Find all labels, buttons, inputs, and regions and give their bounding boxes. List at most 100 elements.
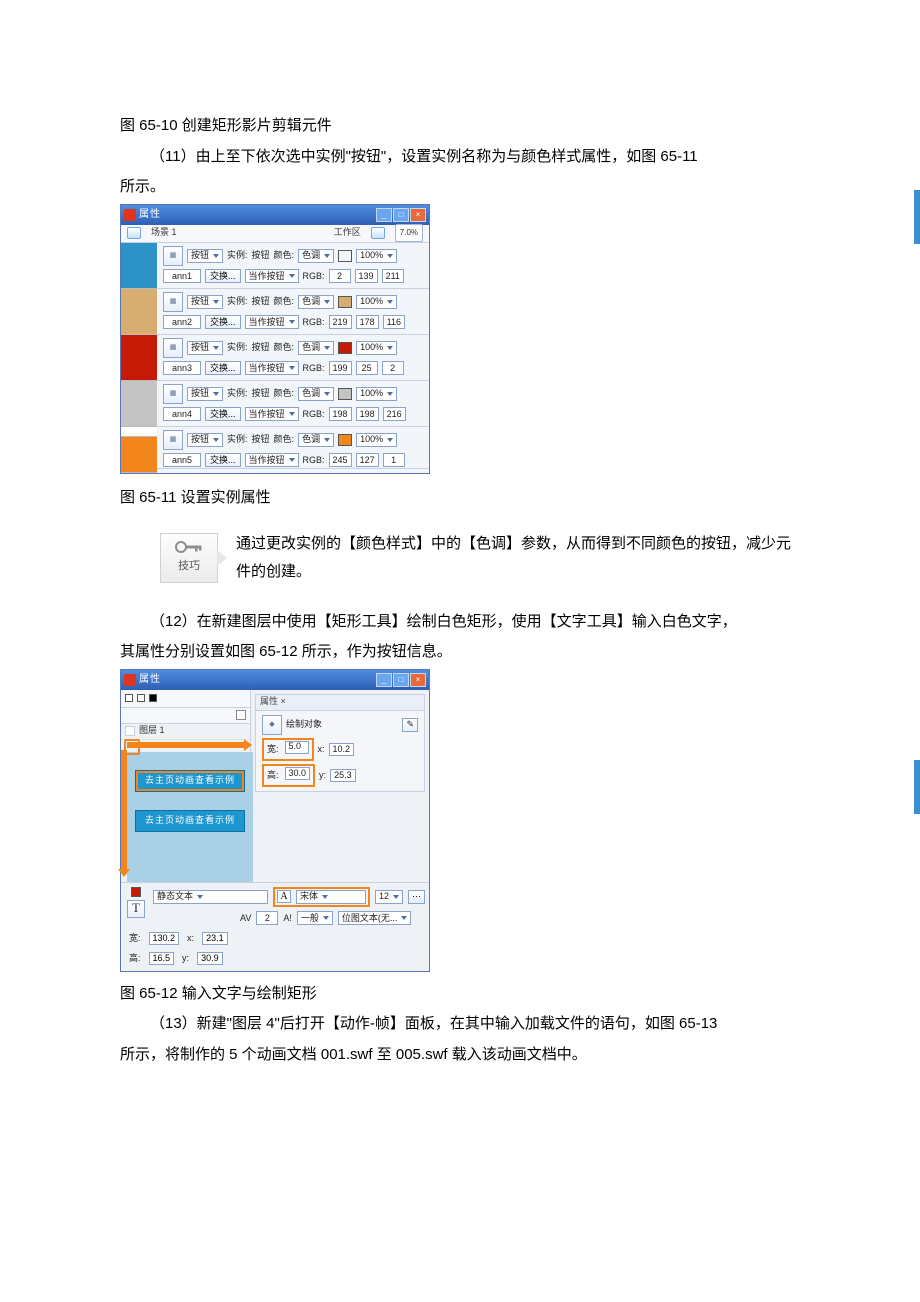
kerning-select[interactable]: 一般 [297, 911, 333, 925]
text-properties-panel: T 静态文本 A 宋体 12 ⋯ AV 2 [121, 882, 429, 971]
swap-button[interactable]: 交换... [205, 269, 241, 283]
scene-label[interactable]: 场景 1 [151, 224, 177, 241]
x-input[interactable]: 10.2 [329, 743, 355, 756]
tint-percent-select[interactable]: 100% [356, 249, 397, 263]
tint-percent-select[interactable]: 100% [356, 341, 397, 355]
y-input[interactable]: 30.9 [197, 952, 223, 965]
y-label: y: [319, 767, 326, 784]
tint-chip[interactable] [338, 388, 352, 400]
figure-65-11-window: 属性 _ □ × 场景 1 工作区 7.0% [120, 204, 430, 474]
instance-name-input[interactable]: ann5 [163, 453, 201, 467]
r-input[interactable]: 198 [329, 407, 352, 421]
frame-icon [236, 710, 246, 720]
anti-alias-select[interactable]: 位图文本(无... [338, 911, 412, 925]
outline-icon[interactable] [149, 694, 157, 702]
close-button[interactable]: × [410, 673, 426, 687]
layer-row[interactable]: 图层 1 [121, 724, 250, 740]
symbol-type-select[interactable]: 按钮 [187, 295, 223, 309]
width-label: 宽: [267, 741, 279, 758]
close-button[interactable]: × [410, 208, 426, 222]
lock-icon[interactable] [137, 694, 145, 702]
g-input[interactable]: 139 [355, 269, 378, 283]
tip-text: 通过更改实例的【颜色样式】中的【色调】参数，从而得到不同颜色的按钮，减少元件的创… [236, 530, 800, 586]
g-input[interactable]: 25 [356, 361, 378, 375]
swap-button[interactable]: 交换... [205, 453, 241, 467]
color-mode-select[interactable]: 色调 [298, 295, 334, 309]
minimize-button[interactable]: _ [376, 673, 392, 687]
x-input[interactable]: 23.1 [202, 932, 228, 945]
color-mode-select[interactable]: 色调 [298, 341, 334, 355]
track-as-select[interactable]: 当作按钮 [245, 269, 299, 283]
instance-name-input[interactable]: ann1 [163, 269, 201, 283]
minimize-button[interactable]: _ [376, 208, 392, 222]
symbol-thumb-icon: ▦ [163, 292, 183, 312]
window-titlebar: 属性 _ □ × [121, 205, 429, 225]
r-input[interactable]: 2 [329, 269, 351, 283]
page-edge-mark [914, 760, 920, 814]
symbol-type-select[interactable]: 按钮 [187, 433, 223, 447]
edit-icon[interactable]: ✎ [402, 718, 418, 732]
instance-row: ▦ 按钮 实例: 按钮 颜色: 色调 100% ann1 交换... 当作按钮 … [157, 243, 429, 289]
instance-name-input[interactable]: ann4 [163, 407, 201, 421]
workarea-icon[interactable] [371, 227, 385, 239]
text-options-icon[interactable]: ⋯ [408, 890, 425, 904]
symbol-type-select[interactable]: 按钮 [187, 341, 223, 355]
color-mode-select[interactable]: 色调 [298, 433, 334, 447]
track-as-select[interactable]: 当作按钮 [245, 407, 299, 421]
tint-chip[interactable] [338, 342, 352, 354]
g-input[interactable]: 198 [356, 407, 379, 421]
track-as-select[interactable]: 当作按钮 [245, 315, 299, 329]
zoom-select[interactable]: 7.0% [395, 224, 423, 241]
color-mode-select[interactable]: 色调 [298, 387, 334, 401]
tint-percent-select[interactable]: 100% [356, 295, 397, 309]
panel-tab[interactable]: 属性 × [256, 695, 424, 711]
width-input[interactable]: 5.0 [285, 741, 309, 754]
tint-percent-select[interactable]: 100% [356, 387, 397, 401]
swap-button[interactable]: 交换... [205, 315, 241, 329]
b-input[interactable]: 1 [383, 453, 405, 467]
r-input[interactable]: 199 [329, 361, 352, 375]
swatch-red-icon [131, 887, 141, 897]
font-size-select[interactable]: 12 [375, 890, 403, 904]
b-input[interactable]: 211 [382, 269, 404, 283]
tint-chip[interactable] [338, 434, 352, 446]
height-input[interactable]: 30.0 [285, 767, 311, 780]
maximize-button[interactable]: □ [393, 208, 409, 222]
eye-icon[interactable] [125, 694, 133, 702]
b-input[interactable]: 216 [383, 407, 406, 421]
maximize-button[interactable]: □ [393, 673, 409, 687]
g-input[interactable]: 127 [356, 453, 379, 467]
y-input[interactable]: 25.3 [330, 769, 356, 782]
timeline-header [121, 708, 250, 724]
instance-name-input[interactable]: ann2 [163, 315, 201, 329]
text-kind-select[interactable]: 静态文本 [153, 890, 268, 904]
swap-button[interactable]: 交换... [205, 361, 241, 375]
track-as-select[interactable]: 当作按钮 [245, 453, 299, 467]
g-input[interactable]: 178 [356, 315, 379, 329]
font-select[interactable]: 宋体 [296, 890, 366, 904]
highlight-box: A 宋体 [273, 887, 370, 907]
symbol-type-select[interactable]: 按钮 [187, 387, 223, 401]
b-input[interactable]: 116 [383, 315, 405, 329]
symbol-type-select[interactable]: 按钮 [187, 249, 223, 263]
body-text: （13）新建"图层 4"后打开【动作-帧】面板，在其中输入加载文件的语句，如图 … [120, 1010, 800, 1039]
height-input[interactable]: 16.5 [149, 952, 175, 965]
r-input[interactable]: 219 [329, 315, 352, 329]
b-input[interactable]: 2 [382, 361, 404, 375]
r-input[interactable]: 245 [329, 453, 352, 467]
swap-button[interactable]: 交换... [205, 407, 241, 421]
y-label: y: [182, 950, 189, 967]
color-mode-select[interactable]: 色调 [298, 249, 334, 263]
tint-chip[interactable] [338, 250, 352, 262]
stage-canvas: 去主页动画查看示例 去主页动画查看示例 [127, 752, 253, 882]
tool-strip [121, 690, 250, 708]
track-as-select[interactable]: 当作按钮 [245, 361, 299, 375]
letter-spacing-input[interactable]: 2 [256, 911, 278, 925]
workarea-label[interactable]: 工作区 [334, 224, 361, 241]
width-input[interactable]: 130.2 [149, 932, 180, 945]
instance-name-input[interactable]: ann3 [163, 361, 201, 375]
tint-percent-select[interactable]: 100% [356, 433, 397, 447]
swatch-grey [121, 381, 157, 427]
tint-chip[interactable] [338, 296, 352, 308]
text-tool-icon: T [127, 900, 145, 918]
